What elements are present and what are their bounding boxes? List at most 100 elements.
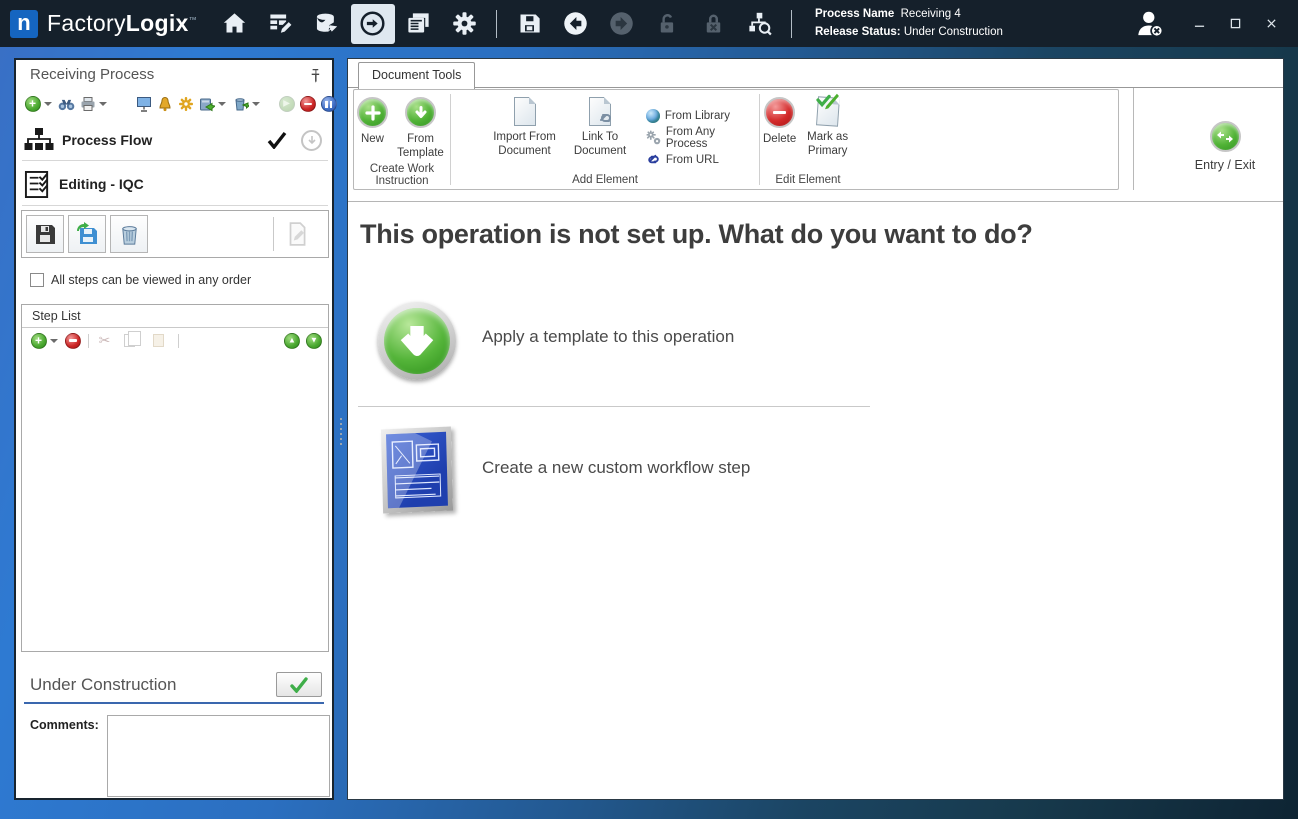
from-library-label: From Library	[665, 110, 730, 122]
group-label-edit: Edit Element	[760, 172, 856, 189]
checklist-icon	[24, 170, 51, 199]
comments-textarea[interactable]	[107, 715, 330, 797]
import-from-document-button[interactable]: Import From Document	[487, 97, 563, 172]
copy-step-button[interactable]	[121, 332, 138, 349]
add-dropdown-caret[interactable]	[44, 102, 52, 106]
document-page-icon	[514, 97, 536, 126]
apply-template-option-label[interactable]: Apply a template to this operation	[482, 327, 734, 347]
cut-step-button[interactable]: ✂	[96, 332, 113, 349]
maximize-button[interactable]	[1222, 13, 1248, 35]
add-step-caret[interactable]	[50, 339, 58, 343]
custom-workflow-option-label[interactable]: Create a new custom workflow step	[482, 458, 750, 478]
documents-button[interactable]	[397, 4, 441, 44]
start-button[interactable]: ▶	[278, 96, 295, 113]
from-url-button[interactable]: From URL	[646, 150, 759, 169]
remove-step-button[interactable]	[64, 332, 81, 349]
delete-element-button[interactable]: Delete	[760, 97, 799, 172]
group-create-work-instruction: New From Template Create Work Instructio…	[354, 90, 450, 189]
trash-icon	[118, 223, 141, 246]
recycle-dropdown-caret[interactable]	[252, 102, 260, 106]
back-arrow-icon	[562, 10, 589, 37]
link-to-document-button[interactable]: Link To Document	[562, 97, 638, 172]
redo-button[interactable]	[600, 4, 644, 44]
paste-step-button[interactable]	[150, 332, 167, 349]
status-label: Editing - IQC	[59, 176, 144, 192]
stop-button[interactable]	[299, 96, 316, 113]
status-underline	[24, 702, 324, 704]
group-add-element: Import From Document Link To Document Fr…	[451, 90, 759, 189]
receiving-process-panel: Receiving Process + ▶ Process Flow Editi…	[14, 58, 334, 800]
from-template-button[interactable]: From Template	[391, 97, 450, 161]
approve-status-button[interactable]	[276, 672, 322, 697]
panel-splitter[interactable]	[339, 418, 343, 446]
preview-button[interactable]	[135, 96, 152, 113]
gears-icon	[646, 130, 661, 145]
publish-dropdown-caret[interactable]	[218, 102, 226, 106]
cascaded-windows-icon	[405, 10, 432, 37]
print-button[interactable]	[79, 96, 96, 113]
save-button[interactable]	[508, 4, 552, 44]
from-any-process-button[interactable]: From Any Process	[646, 128, 759, 147]
paste-icon	[153, 334, 164, 347]
find-button[interactable]	[58, 96, 75, 113]
step-toolbar-separator	[88, 334, 89, 348]
add-plus-icon: +	[25, 96, 41, 112]
process-transfer-button[interactable]	[351, 4, 395, 44]
app-title: FactoryLogix™	[47, 10, 197, 37]
pin-icon[interactable]	[307, 68, 322, 83]
delete-doc-button[interactable]	[110, 215, 148, 253]
print-dropdown-caret[interactable]	[99, 102, 107, 106]
bell-icon	[157, 96, 173, 112]
start-circle-icon: ▶	[279, 96, 295, 112]
save-doc-button[interactable]	[26, 215, 64, 253]
entry-exit-button[interactable]: Entry / Exit	[1170, 121, 1280, 173]
user-logout-button[interactable]	[1128, 4, 1172, 44]
recycle-button[interactable]	[232, 96, 249, 113]
minimize-button[interactable]	[1186, 13, 1212, 35]
new-work-instruction-button[interactable]: New	[354, 97, 391, 161]
divider	[22, 160, 328, 161]
move-step-up-button[interactable]: ▲	[284, 333, 300, 349]
import-from-document-label: Import From Document	[490, 131, 560, 159]
data-edit-button[interactable]	[259, 4, 303, 44]
publish-button[interactable]	[198, 96, 215, 113]
order-checkbox[interactable]	[30, 273, 44, 287]
link-to-document-label: Link To Document	[565, 131, 635, 159]
settings-button[interactable]	[443, 4, 487, 44]
printer-icon	[80, 96, 96, 112]
custom-workflow-option-icon[interactable]	[381, 426, 453, 513]
audit-trail-button[interactable]	[738, 4, 782, 44]
step-list-body[interactable]	[22, 353, 328, 651]
mark-as-primary-button[interactable]: Mark as Primary	[799, 97, 856, 172]
titlebar-separator	[791, 10, 792, 38]
from-library-button[interactable]: From Library	[646, 106, 759, 125]
unlock-button[interactable]	[646, 4, 690, 44]
add-step-button[interactable]: +	[30, 332, 47, 349]
operation-setup-heading: This operation is not set up. What do yo…	[360, 219, 1033, 250]
apply-template-option-icon[interactable]	[378, 302, 456, 380]
from-url-label: From URL	[666, 154, 719, 166]
undo-button[interactable]	[554, 4, 598, 44]
gear-button[interactable]	[177, 96, 194, 113]
edit-doc-button[interactable]	[284, 221, 310, 247]
add-button[interactable]: +	[24, 96, 41, 113]
bell-button[interactable]	[156, 96, 173, 113]
process-flow-label: Process Flow	[62, 132, 152, 148]
ribbon-groups-box: New From Template Create Work Instructio…	[353, 89, 1119, 190]
move-step-down-button[interactable]: ▼	[306, 333, 322, 349]
add-step-plus-icon: +	[31, 333, 47, 349]
edit-disabled-icon	[284, 221, 310, 247]
home-button[interactable]	[213, 4, 257, 44]
collapse-down-button[interactable]	[301, 130, 322, 151]
lock-discard-button[interactable]	[692, 4, 736, 44]
process-flow-row[interactable]: Process Flow	[24, 122, 326, 158]
tab-document-tools[interactable]: Document Tools	[358, 62, 475, 89]
close-button[interactable]	[1258, 13, 1284, 35]
pause-button[interactable]	[320, 96, 337, 113]
release-heading: Under Construction	[30, 675, 176, 695]
data-import-button[interactable]	[305, 4, 349, 44]
process-flow-icon	[24, 127, 54, 153]
binoculars-icon	[58, 98, 75, 111]
titlebar-separator	[496, 10, 497, 38]
save-as-button[interactable]	[68, 215, 106, 253]
